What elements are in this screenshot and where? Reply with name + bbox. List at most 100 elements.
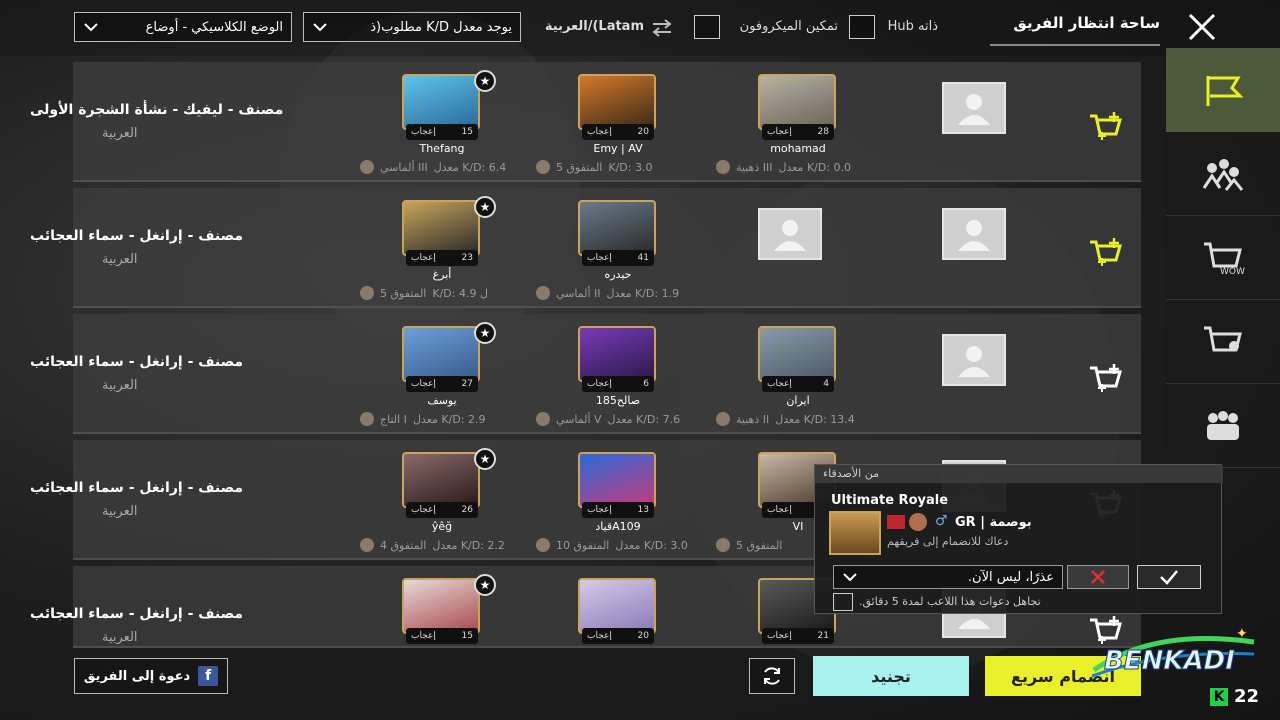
invite-team-button[interactable]: دعوة إلى الفريق f [74,658,228,694]
player-slot[interactable]: إعجاب 41 حيدره [578,200,658,281]
player-avatar[interactable] [402,200,480,256]
player-slot[interactable]: إعجاب 4 ايران [758,326,838,407]
player-avatar[interactable] [402,452,480,508]
star-icon: ★ [474,70,496,92]
likes-label: إعجاب [411,631,436,641]
player-kd: K/D: 3.0 [608,160,653,174]
player-avatar[interactable] [402,74,480,130]
player-avatar[interactable] [758,326,836,382]
player-slot[interactable]: إعجاب 6 صالح185 [578,326,658,407]
side-item-group[interactable] [1166,384,1280,468]
player-avatar[interactable] [402,578,480,634]
likes-badge: إعجاب 21 [762,628,834,644]
player-name: حيدره [604,268,632,281]
likes-count: 13 [637,505,649,515]
invite-header: من الأصدقاء [815,465,1223,483]
player-avatar[interactable] [578,74,656,130]
likes-count: 23 [461,253,473,263]
hub-label: Hub ذاته [887,19,938,34]
empty-slot[interactable] [942,82,1006,134]
team-language: العربية [102,378,138,393]
likes-label: إعجاب [767,631,792,641]
region-label[interactable]: العربية/(Latam [542,19,644,34]
side-item-cart[interactable] [1166,300,1280,384]
decline-button[interactable] [1067,565,1129,589]
star-icon: ★ [474,196,496,218]
likes-label: إعجاب [767,127,792,137]
player-tier: ذهبية III [736,160,773,174]
player-slot[interactable]: إعجاب 23 أبرغ [402,200,482,281]
empty-slot[interactable] [942,334,1006,386]
player-avatar[interactable] [578,326,656,382]
player-avatar[interactable] [578,452,656,508]
hub-checkbox[interactable] [849,15,875,39]
person-placeholder-icon [958,94,990,125]
close-icon[interactable] [1186,12,1218,42]
kd-filter-value: يوجد معدل K/D مطلوب(ذ [370,19,512,35]
check-icon [1160,570,1178,585]
player-kd: معدل K/D: 3.0 [615,538,688,552]
player-stats: ذهبية III معدل K/D: 0.0 [716,160,886,174]
likes-badge: إعجاب 15 [406,628,478,644]
mode-filter-dropdown[interactable]: الوضع الكلاسيكي - أوضاع [74,12,292,42]
side-item-wow-cart[interactable]: WOW [1166,216,1280,300]
player-avatar[interactable] [578,200,656,256]
svg-text:✦: ✦ [1236,626,1248,642]
rank-badge-icon [360,160,374,174]
ignore-checkbox[interactable] [833,593,853,611]
mic-checkbox[interactable] [694,15,720,39]
likes-badge: إعجاب 20 [582,628,654,644]
side-item-team-flag[interactable] [1166,48,1280,132]
player-slot[interactable]: إعجاب 26 ŷêğ [402,452,482,533]
player-avatar[interactable] [758,74,836,130]
male-icon: ♂ [935,513,948,529]
player-slot[interactable]: إعجاب 13 قيادA109 [578,452,658,533]
player-stats: ألماسي V معدل K/D: 7.6 [536,412,706,426]
player-stats: ذهبية II معدل K/D: 13.4 [716,412,886,426]
crowd-icon [1202,158,1244,191]
likes-label: إعجاب [587,127,612,137]
kd-filter-dropdown[interactable]: يوجد معدل K/D مطلوب(ذ [303,12,521,42]
refresh-button[interactable] [749,658,795,694]
likes-badge: إعجاب 28 [762,124,834,140]
wow-cart-icon: WOW [1204,242,1245,277]
likes-label: إعجاب [411,379,436,389]
player-stats: التاج I معدل K/D: 2.9 [360,412,530,426]
join-cart-icon[interactable] [1088,362,1126,396]
chevron-down-icon [313,23,327,32]
team-language: العربية [102,504,138,519]
page-title: ساحة انتظار الفريق [1013,14,1160,32]
join-cart-icon[interactable] [1088,236,1126,270]
invite-message: دعاك للانضمام إلى فريقهم [887,535,1009,548]
player-slot[interactable]: إعجاب 28 mohamad [758,74,838,155]
side-item-crowd[interactable] [1166,132,1280,216]
likes-badge: إعجاب 23 [406,250,478,266]
likes-count: 26 [461,505,473,515]
empty-slot[interactable] [758,208,822,260]
player-slot[interactable]: إعجاب 20 [578,578,658,646]
rank-badge-icon [360,538,374,552]
join-cart-icon[interactable] [1088,110,1126,144]
player-slot[interactable]: إعجاب 15 [402,578,482,646]
person-placeholder-icon [774,220,806,251]
player-avatar[interactable] [578,578,656,634]
decline-reason-dropdown[interactable]: عذرًا، ليس الآن. [833,565,1063,589]
accept-button[interactable] [1137,565,1201,589]
player-name: Thefang [419,142,465,155]
flag-icon [1206,75,1244,106]
player-tier: ألماسي V [556,412,602,426]
player-tier: ذهبية II [736,412,770,426]
player-avatar[interactable] [402,326,480,382]
empty-slot[interactable] [942,208,1006,260]
recruit-button[interactable]: تجنيد [813,656,969,696]
player-slot[interactable]: إعجاب 20 Emy | AV [578,74,658,155]
player-kd: معدل K/D: 0.0 [778,160,852,174]
likes-label: إعجاب [587,505,612,515]
player-slot[interactable]: إعجاب 27 يوسف [402,326,482,407]
likes-badge: إعجاب 4 [762,376,834,392]
player-kd: معدل K/D: 13.4 [775,412,855,426]
likes-count: 20 [637,127,649,137]
swap-icon[interactable] [650,18,674,38]
likes-label: إعجاب [587,631,612,641]
player-slot[interactable]: إعجاب 15 Thefang [402,74,482,155]
